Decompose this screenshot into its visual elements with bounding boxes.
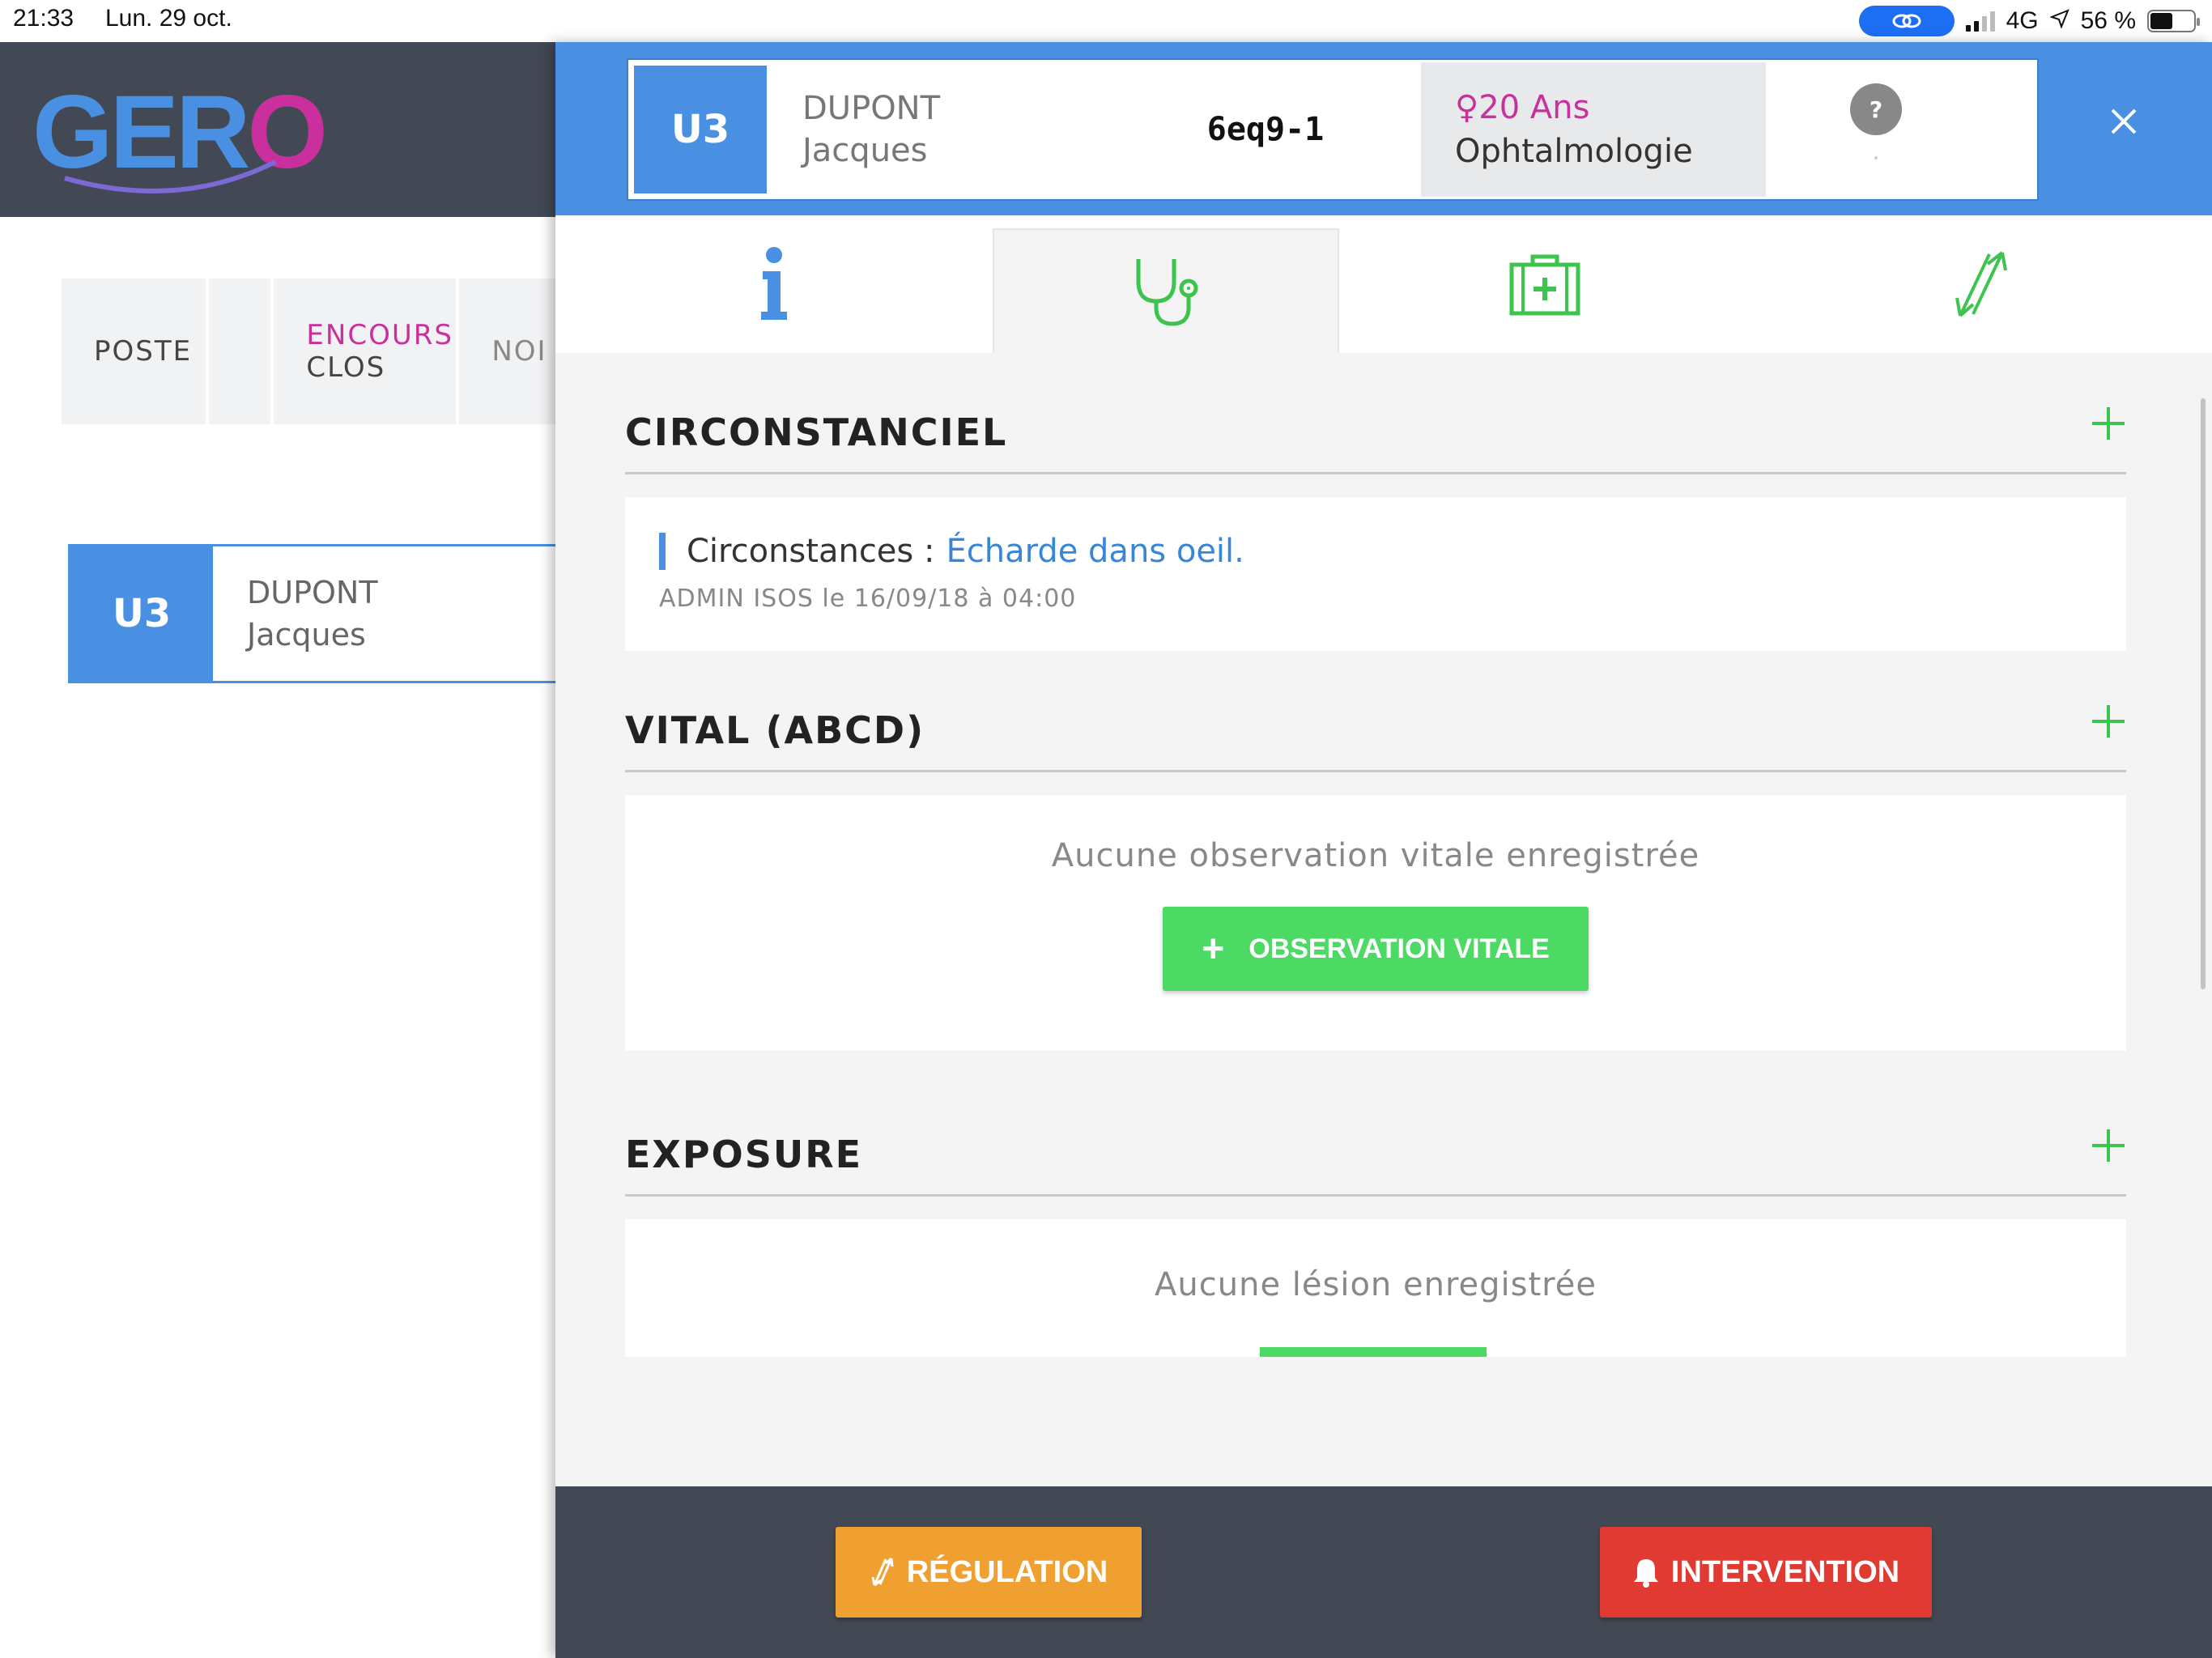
circonstance-value: Écharde dans oeil	[946, 533, 1235, 570]
left-app: GERO POSTE ENCOURS CLOS NOI U3 DUPONT Ja…	[0, 42, 559, 1658]
help-icon[interactable]: ?	[1850, 83, 1902, 135]
patient-badge: U3	[631, 62, 770, 197]
section-header-exposure: EXPOSURE	[625, 1051, 2126, 1197]
patient-age: ♀20 Ans	[1455, 89, 1590, 126]
tab-stethoscope[interactable]	[993, 228, 1339, 353]
panel-tabs	[555, 215, 2212, 353]
transfer-arrows-icon	[870, 1556, 895, 1588]
status-bar: 21:33 Lun. 29 oct. 4G 56 %	[0, 0, 2212, 42]
patient-detail-panel: U3 DUPONT Jacques 6eq9-1 ♀20 Ans Ophtalm…	[555, 42, 2212, 1658]
patient-first-name: Jacques	[247, 617, 366, 653]
section-title: CIRCONSTANCIEL	[625, 410, 1008, 454]
bell-icon	[1632, 1557, 1660, 1588]
intervention-button[interactable]: INTERVENTION	[1600, 1527, 1932, 1618]
add-observation-vitale-button[interactable]: + OBSERVATION VITALE	[1163, 907, 1589, 991]
close-icon[interactable]	[2104, 104, 2144, 144]
patient-header-card: U3 DUPONT Jacques 6eq9-1 ♀20 Ans Ophtalm…	[628, 60, 2037, 199]
battery-icon	[2147, 10, 2200, 32]
plus-icon	[2092, 1129, 2125, 1162]
button-label: RÉGULATION	[906, 1554, 1108, 1589]
patient-first-name: Jacques	[802, 132, 928, 169]
transfer-arrows-icon	[1955, 251, 2007, 317]
section-header-circonstanciel: CIRCONSTANCIEL	[625, 353, 2126, 474]
circonstance-period: .	[1234, 533, 1244, 570]
battery-label: 56 %	[2080, 7, 2136, 34]
plus-icon	[2092, 407, 2125, 440]
add-circonstance-button[interactable]	[2091, 401, 2126, 449]
vital-box: Aucune observation vitale enregistrée + …	[625, 795, 2126, 1051]
exposure-empty-message: Aucune lésion enregistrée	[1155, 1266, 1597, 1303]
status-time: 21:33	[13, 5, 74, 32]
patient-last-name: DUPONT	[802, 90, 941, 127]
signal-icon	[1965, 11, 1995, 32]
help-area: ?	[1766, 62, 2035, 197]
add-exposure-button[interactable]	[2091, 1123, 2126, 1171]
patient-specialty: Ophtalmologie	[1455, 133, 1693, 170]
status-right: 4G 56 %	[1858, 5, 2200, 37]
add-lesion-button[interactable]	[1260, 1347, 1487, 1357]
button-label: OBSERVATION VITALE	[1249, 933, 1550, 964]
info-icon	[761, 247, 787, 320]
vital-empty-message: Aucune observation vitale enregistrée	[1051, 837, 1700, 874]
app-header: GERO	[0, 42, 559, 217]
section-title: EXPOSURE	[625, 1133, 863, 1176]
tab-transfer[interactable]	[1750, 215, 2212, 353]
add-vital-button[interactable]	[2091, 699, 2126, 747]
panel-footer: RÉGULATION INTERVENTION	[555, 1486, 2212, 1658]
patient-code: 6eq9-1	[1206, 111, 1325, 148]
list-filter-tabs: POSTE ENCOURS CLOS NOI	[62, 278, 559, 424]
circonstance-label: Circonstances :	[687, 533, 935, 570]
circonstance-entry[interactable]: Circonstances : Écharde dans oeil. ADMIN…	[625, 497, 2126, 651]
tab-clos-label: CLOS	[306, 351, 386, 384]
patient-badge: U3	[70, 546, 213, 681]
network-label: 4G	[2006, 7, 2039, 34]
panel-header: U3 DUPONT Jacques 6eq9-1 ♀20 Ans Ophtalm…	[555, 42, 2212, 215]
stethoscope-icon	[1136, 259, 1198, 326]
circonstance-meta: ADMIN ISOS le 16/09/18 à 04:00	[659, 585, 1077, 613]
tab-spacer	[208, 278, 271, 424]
tab-encours-clos[interactable]: ENCOURS CLOS	[274, 278, 457, 424]
section-header-vital: VITAL (ABCD)	[625, 651, 2126, 772]
regulation-button[interactable]: RÉGULATION	[836, 1527, 1142, 1618]
tab-poste[interactable]: POSTE	[62, 278, 206, 424]
tab-info[interactable]	[555, 215, 993, 353]
plus-icon: +	[1202, 927, 1225, 971]
link-icon[interactable]	[1858, 6, 1955, 36]
tab-encours-label: ENCOURS	[306, 319, 453, 351]
logo-swoosh-icon	[64, 159, 277, 193]
section-title: VITAL (ABCD)	[625, 708, 925, 752]
patient-list-item[interactable]: U3 DUPONT Jacques	[68, 544, 559, 683]
tab-medical-kit[interactable]	[1339, 215, 1750, 353]
panel-content: CIRCONSTANCIEL Circonstances : Écharde d…	[625, 353, 2126, 1357]
button-label: INTERVENTION	[1670, 1554, 1900, 1589]
entry-marker	[659, 533, 666, 570]
scrollbar[interactable]	[2201, 398, 2206, 989]
exposure-box: Aucune lésion enregistrée	[625, 1219, 2126, 1357]
tab-nom[interactable]: NOI	[459, 278, 556, 424]
medical-kit-icon	[1509, 254, 1580, 316]
status-date: Lun. 29 oct.	[105, 5, 232, 32]
plus-icon	[2092, 705, 2125, 738]
patient-info: ♀20 Ans Ophtalmologie	[1421, 62, 1766, 197]
location-icon	[2048, 7, 2069, 35]
patient-last-name: DUPONT	[247, 575, 378, 610]
help-dot	[1874, 156, 1878, 159]
